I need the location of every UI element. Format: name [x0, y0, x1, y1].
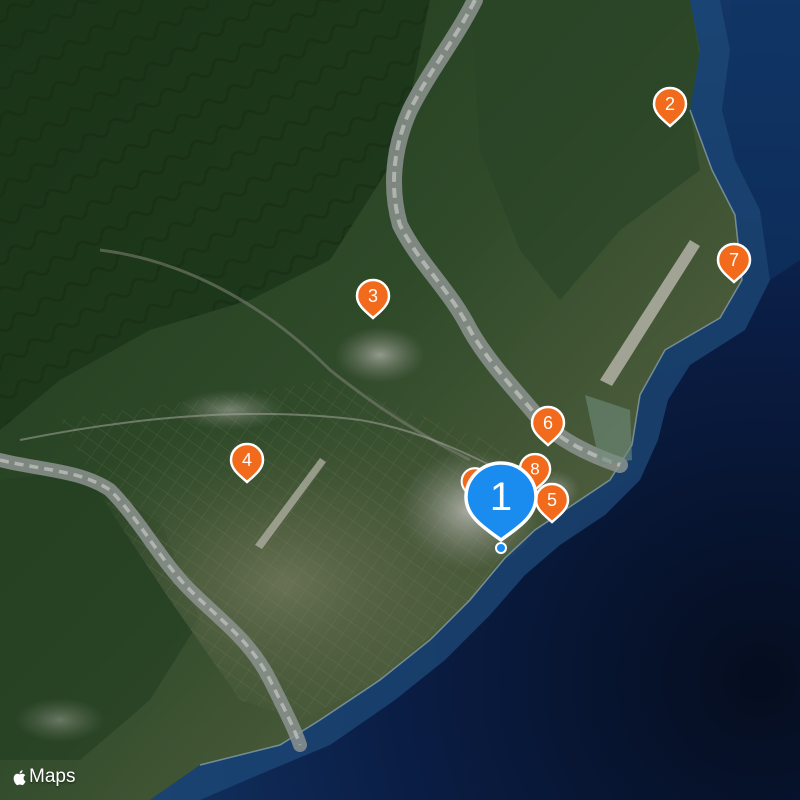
attribution-text: Maps — [29, 766, 76, 787]
map-pin-6[interactable]: 6 — [530, 405, 566, 447]
pin-number: 1 — [490, 475, 512, 519]
map-pin-5[interactable]: 5 — [534, 482, 570, 524]
map-pin-1-selected[interactable]: 1 — [463, 460, 539, 556]
map-pin-2[interactable]: 2 — [652, 86, 688, 128]
map-view[interactable]: 2 3 4 6 7 8 5 1 Maps — [0, 0, 800, 800]
map-pin-4[interactable]: 4 — [229, 442, 265, 484]
map-pin-7[interactable]: 7 — [716, 242, 752, 284]
pin-number: 3 — [368, 286, 378, 306]
pin-number: 4 — [242, 450, 252, 470]
map-pin-3[interactable]: 3 — [355, 278, 391, 320]
apple-logo-icon — [13, 769, 26, 785]
pin-number: 2 — [665, 94, 675, 114]
location-dot — [495, 542, 507, 554]
pin-number: 5 — [547, 490, 557, 510]
pin-number: 7 — [729, 250, 739, 270]
maps-attribution[interactable]: Maps — [12, 764, 75, 790]
pin-number: 6 — [543, 413, 553, 433]
